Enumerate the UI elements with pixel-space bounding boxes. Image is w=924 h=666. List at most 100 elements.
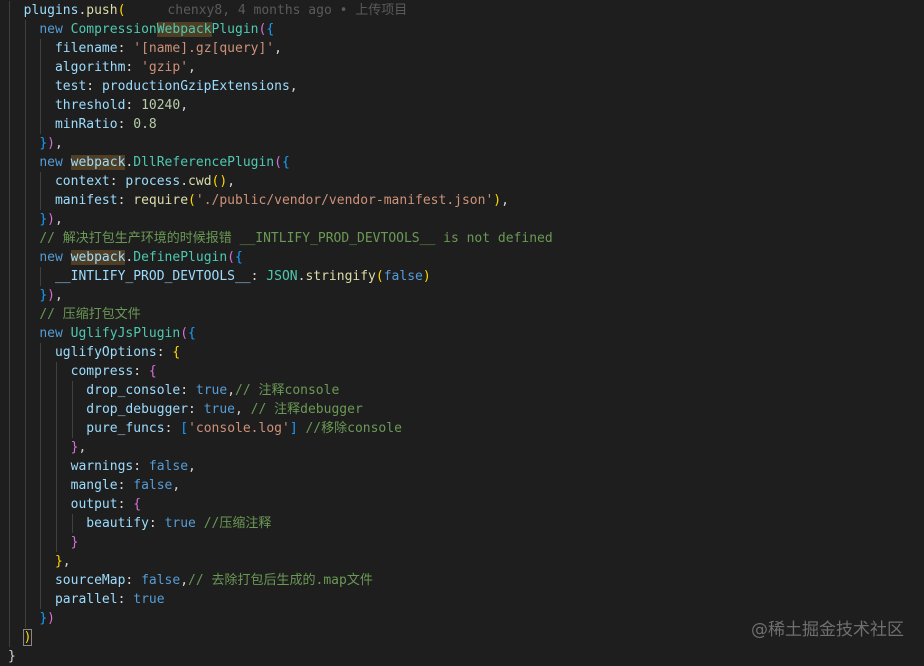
code-line[interactable]: },	[0, 438, 924, 457]
code-token: :	[133, 364, 149, 379]
code-token: :	[117, 41, 134, 56]
code-token: Compression	[70, 22, 157, 37]
code-line[interactable]: new CompressionWebpackPlugin({	[0, 20, 924, 39]
code-token: pure_funcs	[86, 421, 165, 436]
code-line[interactable]: pure_funcs: ['console.log'] //移除console	[0, 419, 924, 438]
code-token: algorithm	[54, 60, 126, 75]
code-token: Plugin	[211, 22, 259, 37]
code-token: :	[133, 459, 149, 474]
code-line[interactable]: // 解决打包生产环境的时候报错 __INTLIFY_PROD_DEVTOOLS…	[0, 229, 924, 248]
code-line[interactable]: context: process.cwd(),	[0, 172, 924, 191]
code-line[interactable]: // 压缩打包文件	[0, 305, 924, 324]
code-line[interactable]: sourceMap: false,// 去除打包后生成的.map文件	[0, 571, 924, 590]
code-token: ,	[188, 459, 196, 474]
code-line[interactable]: test: productionGzipExtensions,	[0, 77, 924, 96]
code-token: :	[125, 60, 142, 75]
code-token: ,	[501, 193, 509, 208]
code-token: false	[383, 269, 423, 284]
code-token: beautify	[86, 516, 149, 531]
code-line[interactable]: parallel: true	[0, 590, 924, 609]
code-token: :	[125, 573, 142, 588]
code-token: :	[156, 345, 173, 360]
code-editor[interactable]: plugins.push(chenxy8, 4 months ago • 上传项…	[0, 0, 924, 664]
git-blame-annotation: chenxy8, 4 months ago • 上传项目	[167, 3, 408, 18]
code-token: output	[70, 497, 118, 512]
code-line[interactable]: uglifyOptions: {	[0, 343, 924, 362]
code-token: :	[180, 383, 196, 398]
code-token: }	[39, 212, 48, 227]
code-token: (	[227, 250, 235, 265]
code-token: false	[133, 478, 173, 493]
code-token: // 注释console	[235, 383, 340, 398]
code-token: )	[47, 212, 55, 227]
code-line[interactable]: __INTLIFY_PROD_DEVTOOLS__: JSON.stringif…	[0, 267, 924, 286]
code-token: mangle	[70, 478, 118, 493]
code-line[interactable]: new webpack.DefinePlugin({	[0, 248, 924, 267]
code-token: filename	[54, 41, 118, 56]
code-token: true	[164, 516, 196, 531]
code-token: Webpack	[156, 22, 212, 37]
code-token: ,	[188, 60, 196, 75]
code-line[interactable]: drop_debugger: true, // 注释debugger	[0, 400, 924, 419]
code-line[interactable]: beautify: true //压缩注释	[0, 514, 924, 533]
code-token: true	[195, 383, 228, 398]
code-token: (	[117, 3, 126, 18]
code-token: :	[117, 497, 134, 512]
code-token: ,	[289, 79, 298, 94]
code-token: // 解决打包生产环境的时候报错 __INTLIFY_PROD_DEVTOOLS…	[39, 231, 553, 246]
code-line[interactable]: manifest: require('./public/vendor/vendo…	[0, 191, 924, 210]
code-line[interactable]: }),	[0, 286, 924, 305]
code-line[interactable]: new UglifyJsPlugin({	[0, 324, 924, 343]
code-token: )	[22, 629, 33, 646]
code-line[interactable]: warnings: false,	[0, 457, 924, 476]
code-line[interactable]: }	[0, 533, 924, 552]
code-line[interactable]: algorithm: 'gzip',	[0, 58, 924, 77]
code-token: )	[422, 269, 431, 284]
code-token: {	[235, 250, 243, 265]
code-line[interactable]: mangle: false,	[0, 476, 924, 495]
code-line[interactable]: minRatio: 0.8	[0, 115, 924, 134]
code-line[interactable]: output: {	[0, 495, 924, 514]
code-line[interactable]: },	[0, 552, 924, 571]
code-token: ,	[78, 440, 87, 455]
code-token: DllReferencePlugin	[133, 155, 275, 170]
code-token: 'gzip'	[141, 60, 189, 75]
code-token: :	[125, 98, 142, 113]
code-token: '[name].gz[query]'	[133, 41, 275, 56]
code-line[interactable]: compress: {	[0, 362, 924, 381]
code-token: process	[125, 174, 181, 189]
code-token: drop_debugger	[86, 402, 189, 417]
code-token: ,	[227, 383, 236, 398]
code-token: true	[133, 592, 165, 607]
code-line[interactable]: new webpack.DllReferencePlugin({	[0, 153, 924, 172]
code-token: :	[117, 117, 134, 132]
code-token: [	[180, 421, 189, 436]
code-token: stringify	[305, 269, 376, 284]
code-token: }	[8, 649, 16, 664]
code-token: :	[250, 269, 267, 284]
code-token: ,	[227, 174, 236, 189]
code-token: {	[188, 326, 196, 341]
code-token: webpack	[70, 155, 126, 170]
code-line[interactable]: drop_console: true,// 注释console	[0, 381, 924, 400]
code-token: ,	[54, 212, 63, 227]
code-line[interactable]: }),	[0, 134, 924, 153]
code-line[interactable]: threshold: 10240,	[0, 96, 924, 115]
code-token: (	[274, 155, 282, 170]
code-token: true	[203, 402, 236, 417]
code-token: }	[39, 611, 48, 626]
code-token: ,	[180, 98, 189, 113]
code-token: ()	[211, 174, 228, 189]
code-line[interactable]: }),	[0, 210, 924, 229]
code-token: JSON	[266, 269, 298, 284]
code-line[interactable]: filename: '[name].gz[query]',	[0, 39, 924, 58]
code-token: threshold	[54, 98, 126, 113]
code-token: :	[188, 402, 204, 417]
code-line[interactable]: plugins.push(chenxy8, 4 months ago • 上传项…	[0, 1, 924, 20]
code-token: new	[39, 155, 71, 170]
code-token: (	[180, 326, 189, 341]
code-line[interactable]: }	[0, 647, 924, 666]
code-token: __INTLIFY_PROD_DEVTOOLS__	[54, 269, 251, 284]
code-token: new	[39, 22, 71, 37]
